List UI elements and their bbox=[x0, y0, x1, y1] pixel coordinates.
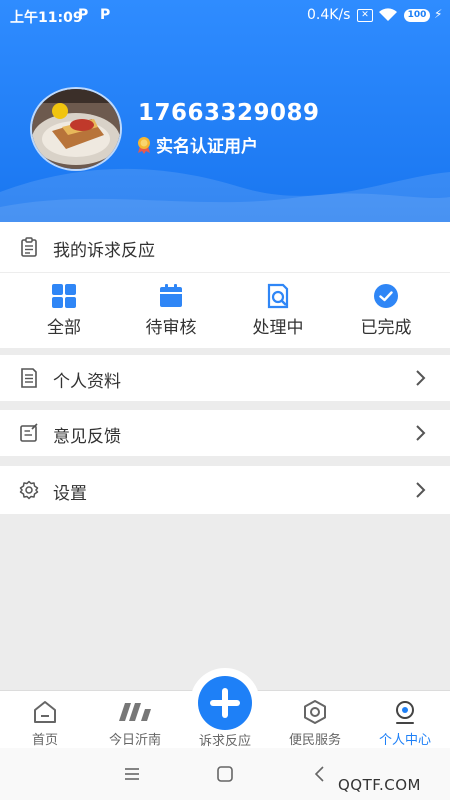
status-p-icon: P bbox=[78, 7, 89, 23]
home-icon bbox=[34, 701, 56, 723]
document-search-icon bbox=[267, 283, 289, 309]
report-fab-button[interactable] bbox=[198, 676, 252, 730]
chevron-right-icon bbox=[416, 482, 426, 498]
menu-feedback-label: 意见反馈 bbox=[53, 427, 121, 447]
tab-report-label: 诉求反应 bbox=[198, 734, 251, 749]
chevron-right-icon bbox=[416, 370, 426, 386]
menu-icon[interactable] bbox=[122, 764, 142, 784]
hexagon-service-icon bbox=[304, 700, 326, 724]
home-square-icon[interactable] bbox=[215, 764, 235, 784]
status-time: 上午11:09 bbox=[10, 10, 83, 26]
plus-icon bbox=[210, 688, 240, 718]
tab-today[interactable]: 今日沂南 bbox=[90, 691, 180, 749]
requests-title-row[interactable]: 我的诉求反应 bbox=[0, 222, 450, 273]
chevron-right-icon bbox=[416, 425, 426, 441]
tab-service-label: 便民服务 bbox=[288, 733, 341, 748]
requests-title: 我的诉求反应 bbox=[53, 241, 155, 261]
clipboard-icon bbox=[21, 237, 37, 257]
watermark: QQTF.COM bbox=[338, 776, 421, 794]
grid-icon bbox=[52, 284, 76, 308]
status-pending-label: 待审核 bbox=[145, 318, 197, 338]
sim-off-icon: ✕ bbox=[357, 9, 373, 22]
medal-icon bbox=[138, 136, 150, 154]
battery-icon: 100 bbox=[404, 9, 430, 22]
status-p-icon-2: P bbox=[100, 7, 111, 23]
menu-profile-label: 个人资料 bbox=[53, 372, 121, 392]
status-all-label: 全部 bbox=[47, 318, 81, 338]
status-bar: 上午11:09 P P 0.4K/s ✕ 100 ⚡ bbox=[0, 0, 450, 32]
tab-today-label: 今日沂南 bbox=[108, 733, 161, 748]
menu-settings[interactable]: 设置 bbox=[0, 466, 450, 514]
status-done-label: 已完成 bbox=[360, 318, 412, 338]
user-center-icon bbox=[396, 701, 414, 724]
avatar-photo bbox=[32, 89, 120, 169]
charging-icon: ⚡ bbox=[434, 7, 443, 21]
verify-status: 实名认证用户 bbox=[136, 132, 258, 157]
menu-feedback[interactable]: 意见反馈 bbox=[0, 410, 450, 456]
verify-label: 实名认证用户 bbox=[156, 137, 258, 157]
menu-profile[interactable]: 个人资料 bbox=[0, 355, 450, 401]
tab-service[interactable]: 便民服务 bbox=[270, 691, 360, 749]
status-all[interactable]: 全部 bbox=[14, 283, 114, 343]
tab-home[interactable]: 首页 bbox=[0, 691, 90, 749]
status-processing-label: 处理中 bbox=[252, 318, 304, 338]
status-done[interactable]: 已完成 bbox=[336, 283, 436, 343]
calendar-icon bbox=[160, 284, 182, 307]
requests-card: 我的诉求反应 全部 待审核 处理中 已完成 bbox=[0, 222, 450, 348]
wifi-icon bbox=[379, 8, 397, 21]
status-pending[interactable]: 待审核 bbox=[121, 283, 221, 343]
document-icon bbox=[21, 368, 37, 388]
edit-note-icon bbox=[20, 423, 38, 442]
gear-icon bbox=[19, 480, 39, 500]
profile-header: 上午11:09 P P 0.4K/s ✕ 100 ⚡ 17663329089 实… bbox=[0, 0, 450, 222]
status-net-speed: 0.4K/s bbox=[307, 7, 351, 23]
tab-me-label: 个人中心 bbox=[378, 733, 431, 748]
status-processing[interactable]: 处理中 bbox=[228, 283, 328, 343]
menu-settings-label: 设置 bbox=[53, 484, 87, 504]
back-icon[interactable] bbox=[310, 764, 330, 784]
user-phone: 17663329089 bbox=[138, 100, 320, 126]
tab-me[interactable]: 个人中心 bbox=[360, 691, 450, 749]
tab-home-label: 首页 bbox=[31, 733, 58, 748]
check-circle-icon bbox=[374, 284, 398, 308]
news-logo-icon bbox=[119, 703, 151, 721]
avatar[interactable] bbox=[30, 87, 122, 171]
